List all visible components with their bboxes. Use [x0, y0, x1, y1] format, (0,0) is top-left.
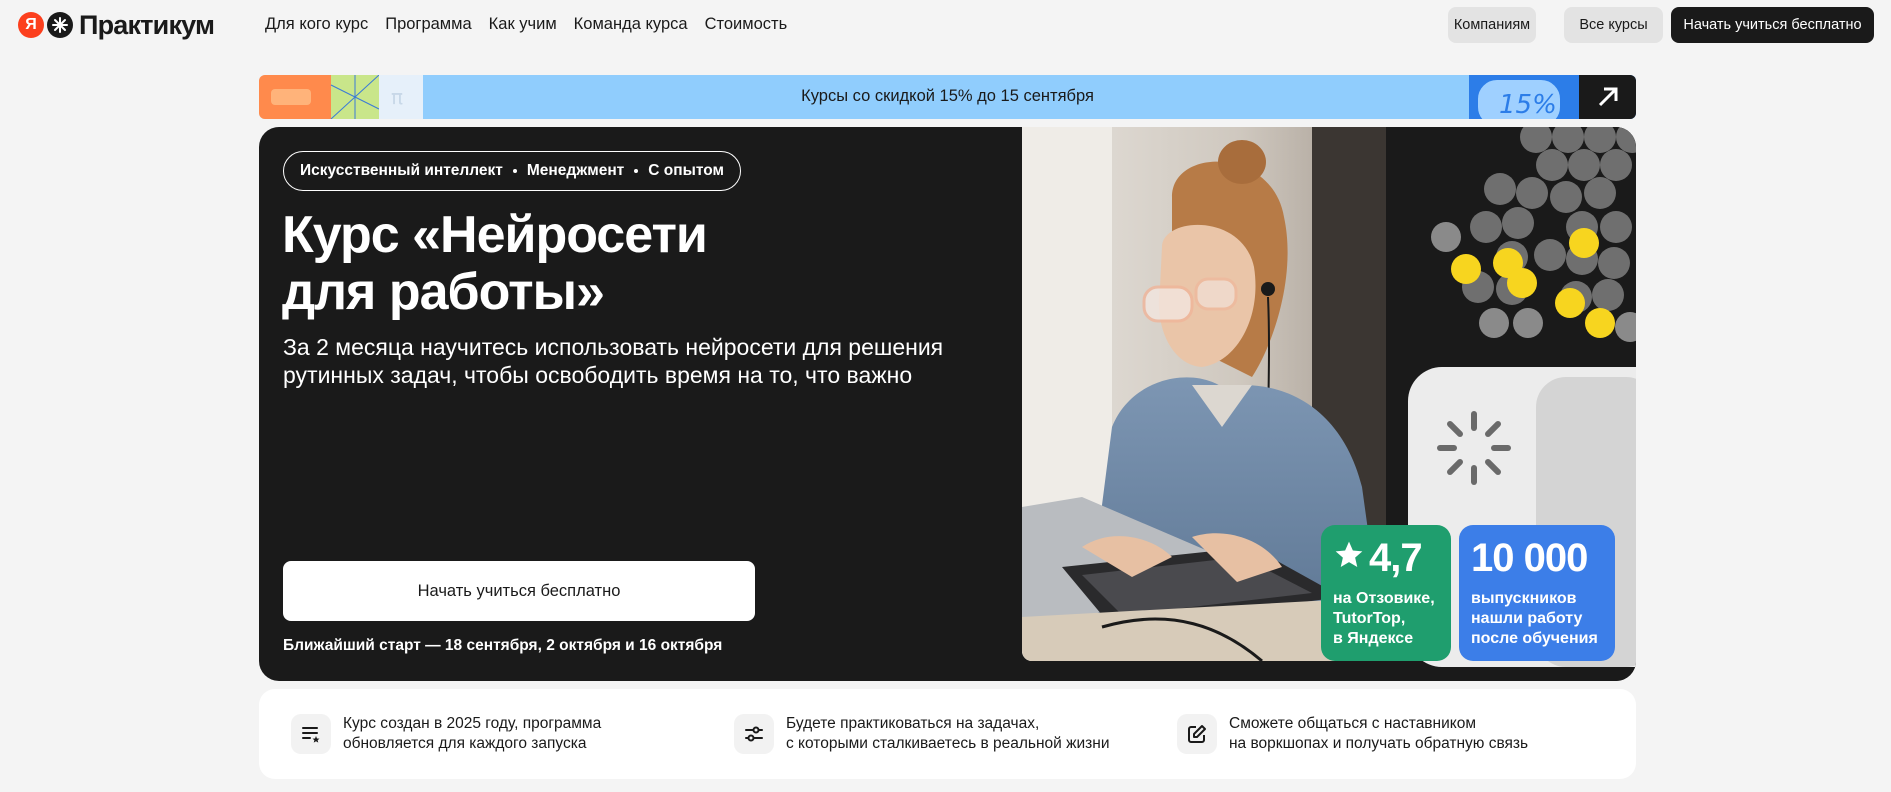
- nav-for-whom[interactable]: Для кого курс: [265, 14, 368, 34]
- tag-experienced: С опытом: [648, 162, 724, 179]
- rating-card: 4,7 на Отзовике, TutorTop, в Яндексе: [1321, 525, 1451, 661]
- feature-text: Курс создан в 2025 году, программа обновл…: [343, 715, 602, 752]
- course-title: Курс «Нейросети для работы»: [282, 207, 902, 321]
- feature-mentor: Сможете общаться с наставником на воркшоп…: [1177, 714, 1528, 754]
- nav-how-we-teach[interactable]: Как учим: [489, 14, 557, 34]
- tag-separator: [512, 169, 517, 173]
- companies-button[interactable]: Компаниям: [1448, 7, 1536, 43]
- graduates-caption: выпускников нашли работу после обучения: [1471, 590, 1598, 647]
- arrow-up-right-icon[interactable]: [1579, 75, 1636, 119]
- sliders-icon: [734, 714, 774, 754]
- nav-program[interactable]: Программа: [385, 14, 471, 34]
- all-courses-button[interactable]: Все курсы: [1564, 7, 1663, 43]
- rating-value: 4,7: [1369, 536, 1423, 580]
- hero-section: Искусственный интеллект Менеджмент С опы…: [259, 127, 1636, 681]
- features-strip: Курс создан в 2025 году, программа обновл…: [259, 689, 1636, 779]
- nav-price[interactable]: Стоимость: [705, 14, 788, 34]
- feature-real-tasks: Будете практиковаться на задачах, с котор…: [734, 714, 1109, 754]
- list-star-icon: [291, 714, 331, 754]
- course-tags: Искусственный интеллект Менеджмент С опы…: [283, 151, 741, 191]
- discount-value: 15%: [1499, 90, 1557, 119]
- main-nav: Для кого курс Программа Как учим Команда…: [265, 14, 787, 34]
- start-free-header-button[interactable]: Начать учиться бесплатно: [1671, 7, 1874, 43]
- site-header: Я Практикум Для кого курс Программа Как …: [0, 0, 1891, 50]
- logo[interactable]: Я Практикум: [18, 10, 215, 40]
- tag-ai: Искусственный интеллект: [300, 162, 503, 179]
- logo-text: Практикум: [79, 10, 215, 40]
- start-free-button[interactable]: Начать учиться бесплатно: [283, 561, 755, 621]
- feature-text: Будете практиковаться на задачах, с котор…: [786, 715, 1110, 752]
- promo-text: Курсы со скидкой 15% до 15 сентября: [801, 87, 1094, 105]
- feature-text: Сможете общаться с наставником на воркшоп…: [1229, 715, 1529, 752]
- next-start-dates: Ближайший старт — 18 сентября, 2 октября…: [283, 637, 723, 654]
- tag-separator: [634, 169, 639, 173]
- course-title-line1: Курс «Нейросети: [282, 206, 708, 264]
- course-subtitle: За 2 месяца научитесь использовать нейро…: [283, 334, 944, 388]
- graduates-value: 10 000: [1471, 536, 1588, 580]
- nav-team[interactable]: Команда курса: [574, 14, 688, 34]
- edit-icon: [1177, 714, 1217, 754]
- promo-banner[interactable]: π Курсы со скидкой 15% до 15 сентября 15…: [259, 75, 1636, 119]
- yandex-logo-icon: Я: [18, 12, 44, 38]
- star-icon: [1333, 535, 1365, 581]
- course-title-line2: для работы»: [282, 263, 605, 321]
- praktikum-star-icon: [47, 12, 73, 38]
- graduates-card: 10 000 выпускников нашли работу после об…: [1459, 525, 1615, 661]
- rating-value-row: 4,7: [1333, 535, 1439, 581]
- feature-program-updated: Курс создан в 2025 году, программа обновл…: [291, 714, 601, 754]
- rating-caption: на Отзовике, TutorTop, в Яндексе: [1333, 590, 1435, 647]
- tag-management: Менеджмент: [526, 162, 625, 179]
